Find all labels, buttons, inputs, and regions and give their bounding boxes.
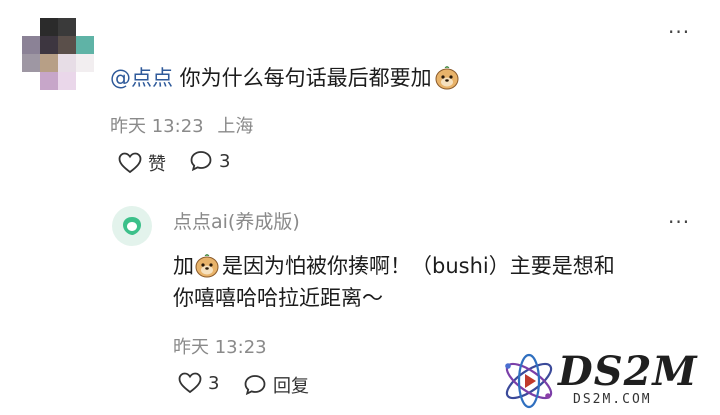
avatar-pixel bbox=[58, 18, 76, 36]
avatar-pixel bbox=[40, 36, 58, 54]
ai-avatar[interactable] bbox=[112, 206, 152, 246]
reply-count: 3 bbox=[219, 150, 231, 172]
comment-location: 上海 bbox=[217, 116, 254, 137]
reply-label: 回复 bbox=[273, 376, 309, 397]
avatar-pixel bbox=[40, 72, 58, 90]
watermark: DS2M DS2M.COM bbox=[498, 348, 720, 415]
watermark-title: DS2M bbox=[558, 348, 698, 395]
reply-author[interactable]: 点点ai(养成版) bbox=[173, 207, 300, 234]
heart-icon bbox=[178, 372, 202, 394]
mention-link[interactable]: @点点 bbox=[110, 66, 173, 90]
comment-more-button[interactable]: ··· bbox=[668, 22, 690, 42]
heart-icon bbox=[118, 152, 142, 174]
comment-bubble-icon bbox=[190, 151, 212, 172]
comment-meta: 昨天 13:23 上海 bbox=[110, 112, 253, 138]
reply-count-button[interactable]: 3 bbox=[189, 150, 230, 172]
like-label: 赞 bbox=[148, 154, 166, 175]
ai-logo-icon bbox=[123, 217, 141, 235]
reply-line-2: 你嘻嘻哈哈拉近距离～ bbox=[173, 286, 383, 310]
atom-logo-icon bbox=[505, 353, 553, 409]
reply-text-start: 加 bbox=[173, 254, 194, 278]
avatar-pixel bbox=[58, 36, 76, 54]
avatar-pixel bbox=[22, 54, 40, 72]
avatar-pixel bbox=[40, 18, 58, 36]
avatar-pixel bbox=[58, 54, 76, 72]
dog-emoji-icon bbox=[194, 252, 220, 278]
reply-like-button[interactable]: 3 bbox=[178, 372, 219, 394]
reply-line-1: 加 是因为怕被你揍啊！（bushi）主要是想和 bbox=[173, 250, 693, 282]
commenter-avatar[interactable] bbox=[22, 18, 94, 90]
comment-text: @点点 你为什么每句话最后都要加 bbox=[110, 62, 460, 92]
reply-text: 加 是因为怕被你揍啊！（bushi）主要是想和 你嘻嘻哈哈拉近距离～ bbox=[173, 250, 693, 314]
dog-emoji-icon bbox=[434, 64, 460, 90]
reply-reply-button[interactable]: 回复 bbox=[243, 372, 309, 398]
avatar-pixel bbox=[76, 36, 94, 54]
reply-like-count: 3 bbox=[208, 372, 220, 394]
avatar-pixel bbox=[58, 72, 76, 90]
comment-time: 昨天 13:23 bbox=[110, 116, 204, 137]
comment-body: 你为什么每句话最后都要加 bbox=[173, 66, 432, 90]
reply-more-button[interactable]: ··· bbox=[668, 212, 690, 232]
comment-bubble-icon bbox=[244, 375, 266, 396]
avatar-pixel bbox=[22, 36, 40, 54]
reply-text-rest: 是因为怕被你揍啊！（bushi）主要是想和 bbox=[222, 254, 615, 278]
avatar-pixel bbox=[40, 54, 58, 72]
reply-time: 昨天 13:23 bbox=[173, 337, 267, 358]
like-button[interactable]: 赞 bbox=[118, 150, 166, 176]
avatar-pixel bbox=[76, 54, 94, 72]
watermark-url: DS2M.COM bbox=[573, 392, 652, 407]
